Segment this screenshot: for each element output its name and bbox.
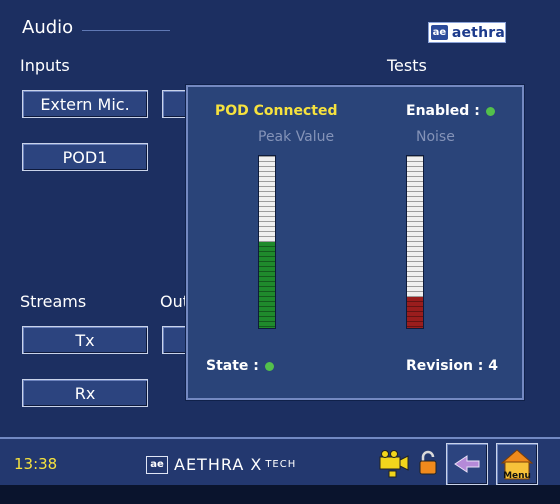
aethra-logo: ae aethra (428, 22, 506, 43)
audio-screen: Audio ae aethra Inputs Tests Extern Mic.… (0, 0, 560, 504)
extern-mic-button[interactable]: Extern Mic. (22, 90, 148, 118)
tests-label: Tests (387, 56, 427, 75)
menu-button[interactable]: Menu (496, 443, 538, 485)
revision-label: Revision : 4 (406, 358, 499, 374)
bottom-bezel (0, 485, 560, 504)
peak-value-meter (258, 155, 276, 329)
menu-label: Menu (503, 471, 531, 481)
enabled-led-icon (485, 106, 495, 116)
pod-test-dialog: POD Connected Enabled : Peak Value Noise… (186, 85, 524, 400)
streams-label: Streams (20, 292, 87, 311)
inputs-label: Inputs (20, 56, 70, 75)
state-led-icon (264, 361, 274, 371)
lock-icon (417, 449, 439, 481)
back-button[interactable] (446, 443, 488, 485)
state-label: State : (206, 358, 259, 374)
input-option-button[interactable] (162, 90, 188, 118)
noise-label: Noise (416, 129, 455, 145)
enabled-label: Enabled : (406, 103, 480, 119)
noise-meter-ticks (407, 156, 423, 328)
title-divider (82, 30, 170, 31)
pod1-button[interactable]: POD1 (22, 143, 148, 171)
back-arrow-icon (454, 455, 480, 473)
brand-mark: ae (146, 455, 168, 474)
logo-text: aethra (451, 24, 505, 41)
peak-value-label: Peak Value (258, 129, 335, 145)
brand-logo: ae AETHRA X TECH (146, 455, 296, 474)
rx-button[interactable]: Rx (22, 379, 148, 407)
noise-meter (406, 155, 424, 329)
enabled-indicator: Enabled : (406, 103, 495, 119)
camera-icon (378, 449, 412, 483)
clock-time: 13:38 (14, 455, 58, 473)
footer-bar: 13:38 ae AETHRA X TECH Menu (0, 437, 560, 487)
brand-name: AETHRA X (174, 455, 263, 474)
logo-mark: ae (431, 25, 448, 40)
brand-tech: TECH (265, 459, 297, 470)
peak-meter-ticks (259, 156, 275, 328)
outputs-label: Out (160, 292, 190, 311)
output-option-button[interactable] (162, 326, 188, 354)
pod-status: POD Connected (215, 103, 338, 119)
state-indicator: State : (206, 358, 274, 374)
page-title: Audio (22, 17, 74, 38)
tx-button[interactable]: Tx (22, 326, 148, 354)
